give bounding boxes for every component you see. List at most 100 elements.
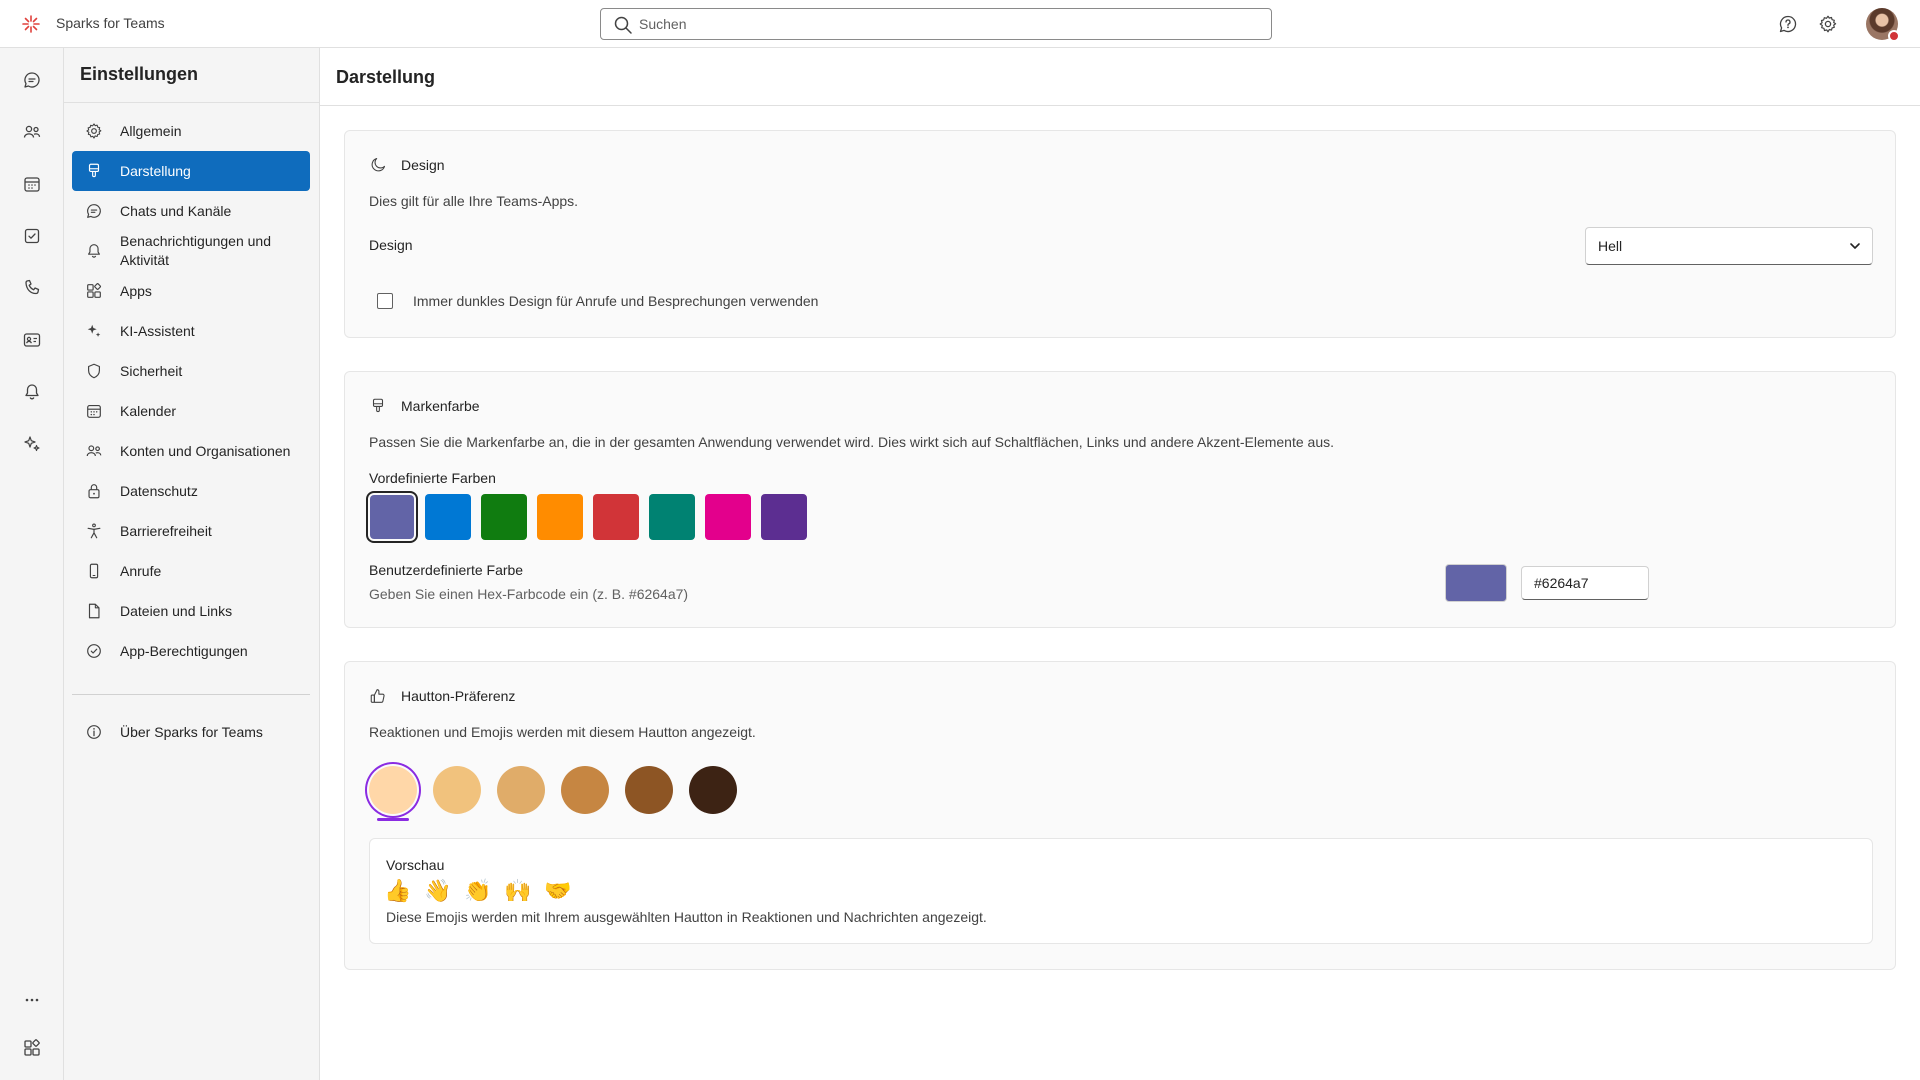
bell-icon bbox=[84, 241, 104, 261]
nav-item-datenschutz[interactable]: Datenschutz bbox=[72, 471, 310, 511]
rail-activity[interactable] bbox=[20, 380, 44, 404]
nav-item-allgemein[interactable]: Allgemein bbox=[72, 111, 310, 151]
nav-item-label: Datenschutz bbox=[120, 482, 198, 499]
skin-tone-default[interactable] bbox=[369, 766, 417, 814]
swatch-blue[interactable] bbox=[425, 494, 471, 540]
settings-button[interactable] bbox=[1816, 12, 1840, 36]
page-title: Darstellung bbox=[336, 67, 436, 87]
nav-item-barrierefreiheit[interactable]: Barrierefreiheit bbox=[72, 511, 310, 551]
search-input[interactable] bbox=[639, 9, 1259, 39]
skin-tone-light[interactable] bbox=[433, 766, 481, 814]
page-header: Darstellung bbox=[320, 48, 1920, 106]
calendar-icon bbox=[84, 401, 104, 421]
card-description: Passen Sie die Markenfarbe an, die in de… bbox=[369, 434, 1334, 450]
swatch-red[interactable] bbox=[593, 494, 639, 540]
nav-item-label: Apps bbox=[120, 282, 152, 299]
rail-chat[interactable] bbox=[20, 68, 44, 92]
search-icon bbox=[614, 16, 632, 34]
swatch-teal[interactable] bbox=[649, 494, 695, 540]
nav-item-konten[interactable]: Konten und Organisationen bbox=[72, 431, 310, 471]
chat-icon bbox=[24, 72, 40, 88]
nav-item-app-berechtigungen[interactable]: App-Berechtigungen bbox=[72, 631, 310, 671]
divider bbox=[72, 694, 310, 695]
hex-color-input[interactable] bbox=[1521, 566, 1649, 600]
brand-color-card: Markenfarbe Passen Sie die Markenfarbe a… bbox=[344, 371, 1896, 628]
skin-tone-medium[interactable] bbox=[561, 766, 609, 814]
people-icon bbox=[23, 125, 41, 138]
preview-note: Diese Emojis werden mit Ihrem ausgewählt… bbox=[386, 909, 987, 925]
search-box[interactable] bbox=[600, 8, 1272, 40]
nav-item-ki-assistent[interactable]: KI-Assistent bbox=[72, 311, 310, 351]
skin-tone-medium-dark[interactable] bbox=[625, 766, 673, 814]
nav-item-label: Anrufe bbox=[120, 562, 162, 579]
skin-tone-medium-light[interactable] bbox=[497, 766, 545, 814]
sparkle-icon bbox=[84, 321, 104, 341]
rail-ai-assistant[interactable] bbox=[20, 432, 44, 456]
nav-item-label: Benachrichtigungen und Aktivität bbox=[120, 233, 272, 268]
nav-item-label: App-Berechtigungen bbox=[120, 642, 248, 659]
nav-item-chats-und-kanaele[interactable]: Chats und Kanäle bbox=[72, 191, 310, 231]
custom-color-hint: Geben Sie einen Hex-Farbcode ein (z. B. … bbox=[369, 586, 689, 602]
lock-icon bbox=[84, 481, 104, 501]
user-avatar[interactable] bbox=[1866, 8, 1900, 42]
task-check-icon bbox=[24, 228, 40, 244]
app-rail bbox=[0, 48, 64, 1080]
waving-hand-emoji: 👋 bbox=[424, 878, 452, 903]
calendar-icon bbox=[24, 177, 40, 192]
card-description: Reaktionen und Emojis werden mit diesem … bbox=[369, 724, 756, 740]
rail-contacts[interactable] bbox=[20, 328, 44, 352]
design-card: Design Dies gilt für alle Ihre Teams-App… bbox=[344, 130, 1896, 338]
phone-icon bbox=[84, 561, 104, 581]
rail-teams[interactable] bbox=[20, 120, 44, 144]
app-logo-icon bbox=[22, 15, 40, 33]
rail-calls[interactable] bbox=[20, 276, 44, 300]
swatch-purple[interactable] bbox=[761, 494, 807, 540]
nav-item-label: Über Sparks for Teams bbox=[120, 723, 263, 740]
help-button[interactable] bbox=[1776, 12, 1800, 36]
skin-tone-dark[interactable] bbox=[689, 766, 737, 814]
nav-item-about[interactable]: Über Sparks for Teams bbox=[72, 712, 310, 752]
nav-item-sicherheit[interactable]: Sicherheit bbox=[72, 351, 310, 391]
preview-label: Vorschau bbox=[386, 857, 445, 873]
status-busy-badge bbox=[1888, 30, 1900, 42]
nav-item-benachrichtigungen[interactable]: Benachrichtigungen und Aktivität bbox=[72, 231, 310, 271]
rail-more[interactable] bbox=[20, 988, 44, 1012]
gear-icon bbox=[84, 121, 104, 141]
nav-item-label: Dateien und Links bbox=[120, 602, 233, 619]
phone-icon bbox=[25, 279, 40, 295]
apps-icon bbox=[84, 281, 104, 301]
custom-color-label: Benutzerdefinierte Farbe bbox=[369, 562, 524, 578]
main-content: Darstellung Design Dies gilt für alle Ih… bbox=[320, 48, 1920, 1080]
nav-item-label: Kalender bbox=[120, 402, 177, 419]
moon-icon bbox=[369, 156, 387, 174]
nav-item-label: KI-Assistent bbox=[120, 322, 195, 339]
design-select[interactable]: Hell bbox=[1585, 227, 1873, 265]
swatch-orange[interactable] bbox=[537, 494, 583, 540]
nav-item-darstellung[interactable]: Darstellung bbox=[72, 151, 310, 191]
rail-calendar[interactable] bbox=[20, 172, 44, 196]
card-title: Markenfarbe bbox=[401, 398, 480, 414]
rail-tasks[interactable] bbox=[20, 224, 44, 248]
swatch-green[interactable] bbox=[481, 494, 527, 540]
nav-item-anrufe[interactable]: Anrufe bbox=[72, 551, 310, 591]
preview-emoji-row: 👍 👋 👏 🙌 🤝 bbox=[384, 877, 572, 905]
brush-icon bbox=[84, 161, 104, 181]
raising-hands-emoji: 🙌 bbox=[504, 878, 532, 903]
dark-calls-checkbox[interactable] bbox=[377, 293, 393, 309]
swatch-lavender[interactable] bbox=[370, 495, 414, 539]
bell-icon bbox=[25, 384, 39, 400]
custom-color-preview[interactable] bbox=[1445, 564, 1507, 602]
help-icon bbox=[1779, 15, 1797, 33]
rail-apps[interactable] bbox=[20, 1036, 44, 1060]
brush-icon bbox=[369, 397, 387, 415]
settings-title: Einstellungen bbox=[80, 64, 199, 84]
nav-item-apps[interactable]: Apps bbox=[72, 271, 310, 311]
nav-item-kalender[interactable]: Kalender bbox=[72, 391, 310, 431]
swatch-magenta[interactable] bbox=[705, 494, 751, 540]
nav-item-dateien[interactable]: Dateien und Links bbox=[72, 591, 310, 631]
contact-card-icon bbox=[23, 333, 41, 347]
clapping-hands-emoji: 👏 bbox=[464, 878, 492, 903]
handshake-emoji: 🤝 bbox=[544, 878, 572, 903]
nav-item-label: Allgemein bbox=[120, 122, 182, 139]
nav-item-label: Konten und Organisationen bbox=[120, 442, 291, 459]
